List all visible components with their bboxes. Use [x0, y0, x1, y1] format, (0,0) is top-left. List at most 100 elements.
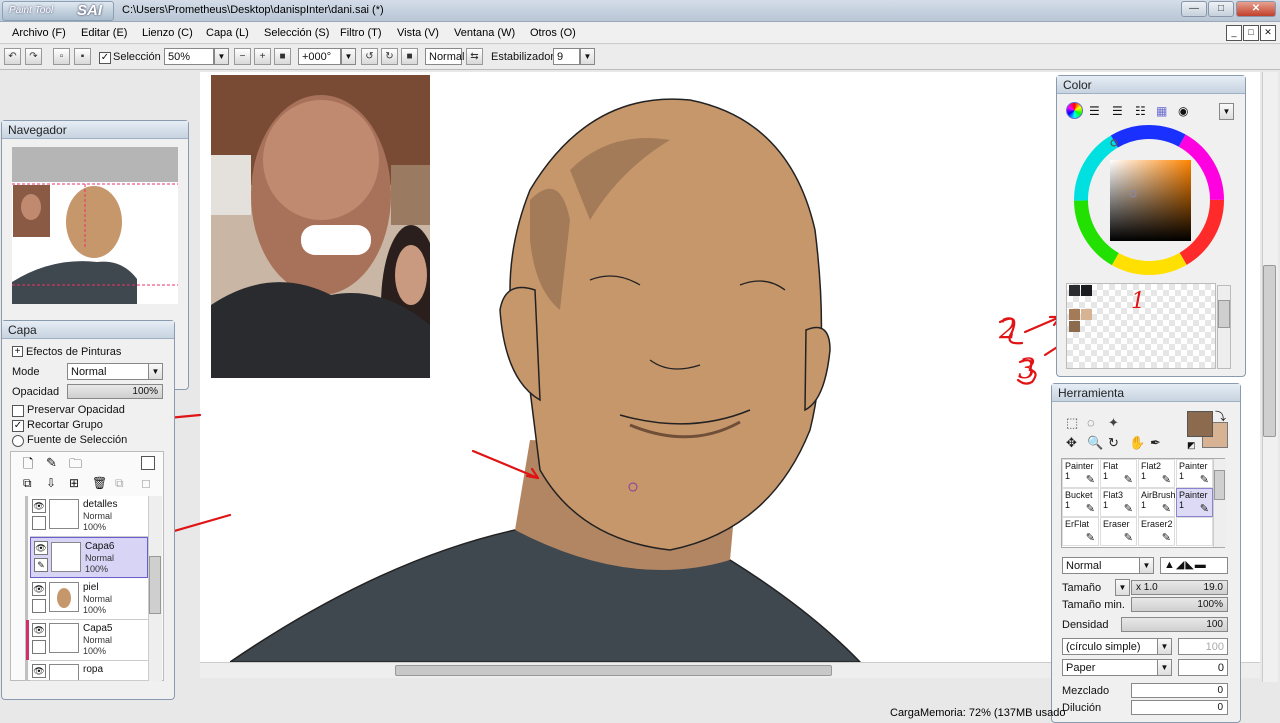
brush-edge-selector[interactable]: ▲◢◣▬: [1160, 557, 1228, 574]
layer-list-scrollbar-thumb[interactable]: [149, 556, 161, 614]
tool-slot-6[interactable]: Flat3 1 ✎: [1100, 488, 1137, 517]
density-slider[interactable]: 100: [1121, 617, 1228, 632]
size-slider[interactable]: x 1.0 19.0: [1131, 580, 1228, 595]
tool-name: AirBrush: [1141, 490, 1176, 500]
tool-grid-items: Painter 1 ✎ Flat 1 ✎ Flat2 1 ✎ Painter 1 ✎ Bucket 1 ✎ F…: [1062, 459, 1224, 547]
lock-icon[interactable]: [32, 599, 46, 613]
tool-slot-12[interactable]: [1176, 517, 1213, 546]
layer-mode-field[interactable]: Normal: [67, 363, 150, 380]
eye-icon[interactable]: 👁: [32, 623, 46, 637]
rect-select-icon[interactable]: ⬚: [1066, 415, 1078, 431]
blending-label: Mezclado: [1062, 685, 1110, 697]
brush-icon: ✎: [1161, 532, 1171, 544]
lock-icon[interactable]: [32, 516, 46, 530]
hsv-slider-tab-icon[interactable]: ☰: [1112, 104, 1123, 118]
transfer-down-icon[interactable]: ⇩: [46, 476, 56, 490]
brush-shape-field[interactable]: (círculo simple): [1062, 638, 1158, 655]
tool-slot-7[interactable]: AirBrush 1 ✎: [1138, 488, 1176, 517]
blending-slider[interactable]: 0: [1131, 683, 1228, 698]
tool-slot-2[interactable]: Flat 1 ✎: [1100, 459, 1137, 488]
clip-group-checkbox[interactable]: ✓: [12, 420, 24, 432]
tool-blend-dropdown-icon[interactable]: ▼: [1139, 557, 1154, 574]
navigator-preview[interactable]: [12, 147, 178, 304]
main-color-swatch[interactable]: [1187, 411, 1213, 437]
tool-slot-5[interactable]: Bucket 1 ✎: [1062, 488, 1099, 517]
layer-opacity-slider[interactable]: 100%: [67, 384, 163, 399]
lasso-icon[interactable]: ◌: [1087, 415, 1095, 430]
magic-wand-icon[interactable]: ✦: [1108, 415, 1119, 431]
eye-icon[interactable]: 👁: [32, 582, 46, 596]
layer-item-ropa[interactable]: 👁 ropa: [30, 661, 148, 681]
size-label: Tamaño: [1062, 582, 1102, 594]
color-swatch-1[interactable]: [1069, 285, 1080, 296]
tool-grid-scrollbar-thumb[interactable]: [1214, 470, 1225, 500]
intermediate-tab-icon[interactable]: ☷: [1135, 104, 1146, 118]
layer-mode: Normal: [83, 511, 113, 521]
layer-property-icon[interactable]: ◻: [141, 476, 151, 490]
texture-field[interactable]: Paper: [1062, 659, 1158, 676]
paint-effects-label[interactable]: Efectos de Pinturas: [26, 346, 121, 358]
brush-icon[interactable]: ✎: [34, 558, 48, 572]
layer-item-detalles[interactable]: 👁 detalles Normal 100%: [30, 496, 148, 537]
plus-icon[interactable]: +: [12, 346, 23, 357]
preserve-opacity-checkbox[interactable]: [12, 405, 24, 417]
color-wheel-tab-icon[interactable]: [1066, 102, 1083, 119]
reset-colors-icon[interactable]: ◩: [1187, 440, 1196, 451]
layer-mode-dropdown-icon[interactable]: ▼: [148, 363, 163, 380]
tool-slot-3[interactable]: Flat2 1 ✎: [1138, 459, 1175, 488]
navigator-title: Navegador: [2, 121, 188, 139]
copy-layer-icon[interactable]: ⧉: [23, 476, 32, 491]
rgb-slider-tab-icon[interactable]: ☰: [1089, 104, 1100, 118]
layer-item-capa6[interactable]: 👁 ✎ Capa6 Normal 100%: [30, 537, 148, 578]
texture-dropdown-icon[interactable]: ▼: [1157, 659, 1172, 676]
tool-slot-11[interactable]: Eraser2 ✎: [1138, 517, 1175, 546]
min-size-slider[interactable]: 100%: [1131, 597, 1228, 612]
tool-slot-10[interactable]: Eraser ✎: [1100, 517, 1137, 546]
swatch-tab-icon[interactable]: ▦: [1156, 104, 1167, 118]
color-wheel[interactable]: [1073, 124, 1225, 276]
eye-icon[interactable]: 👁: [34, 541, 48, 555]
density-label: Densidad: [1062, 619, 1109, 631]
rotate-icon[interactable]: ↻: [1108, 435, 1119, 451]
eye-icon[interactable]: 👁: [32, 499, 46, 513]
layer-item-piel[interactable]: 👁 piel Normal 100%: [30, 579, 148, 620]
tool-slot-1[interactable]: Painter 1 ✎: [1062, 459, 1099, 488]
eyedropper-icon[interactable]: ✒: [1150, 435, 1161, 451]
layer-item-capa5[interactable]: 👁 Capa5 Normal 100%: [30, 620, 148, 661]
brush-shape-value[interactable]: 100: [1178, 638, 1228, 655]
selection-source-label: Fuente de Selección: [27, 434, 128, 446]
delete-layer-icon[interactable]: 🗑: [92, 476, 107, 490]
texture-value[interactable]: 0: [1178, 659, 1228, 676]
color-swatch-3[interactable]: [1069, 309, 1080, 320]
layer-name: ropa: [83, 664, 104, 675]
zoom-icon[interactable]: 🔍: [1087, 435, 1103, 451]
tool-name: ErFlat: [1065, 519, 1090, 529]
brush-shape-dropdown-icon[interactable]: ▼: [1157, 638, 1172, 655]
scratchpad-tab-icon[interactable]: ◉: [1178, 104, 1188, 118]
swap-colors-icon[interactable]: ⤵: [1215, 408, 1226, 424]
new-layer-icon[interactable]: 🗋: [23, 455, 33, 477]
tool-slot-9[interactable]: ErFlat ✎: [1062, 517, 1099, 546]
move-icon[interactable]: ✥: [1066, 435, 1077, 451]
color-panel-menu-icon[interactable]: ▼: [1219, 103, 1234, 120]
clear-layer-icon[interactable]: ⧉: [115, 476, 124, 491]
new-linework-icon[interactable]: ✎: [46, 455, 57, 471]
dilution-slider[interactable]: 0: [1131, 700, 1228, 715]
color-swatch-2[interactable]: [1081, 285, 1092, 296]
size-mult-dropdown-icon[interactable]: ▼: [1115, 579, 1130, 596]
brush-icon: ✎: [1085, 532, 1095, 544]
tool-slot-4[interactable]: Painter 1 ✎: [1176, 459, 1213, 488]
color-swatch-4[interactable]: [1081, 309, 1092, 320]
selection-source-radio[interactable]: [12, 435, 24, 447]
lock-icon[interactable]: [32, 640, 46, 654]
tool-slot-8[interactable]: Painter 1 ✎: [1176, 488, 1213, 517]
color-swatch-5[interactable]: [1069, 321, 1080, 332]
mask-icon[interactable]: [141, 456, 155, 470]
hand-icon[interactable]: ✋: [1129, 435, 1145, 451]
new-folder-icon[interactable]: 🗀: [69, 455, 82, 477]
size-mult: x 1.0: [1136, 582, 1158, 593]
merge-down-icon[interactable]: ⊞: [69, 476, 79, 490]
eye-icon[interactable]: 👁: [32, 664, 46, 678]
swatch-scrollbar-thumb[interactable]: [1218, 300, 1230, 328]
tool-blend-field[interactable]: Normal: [1062, 557, 1140, 574]
